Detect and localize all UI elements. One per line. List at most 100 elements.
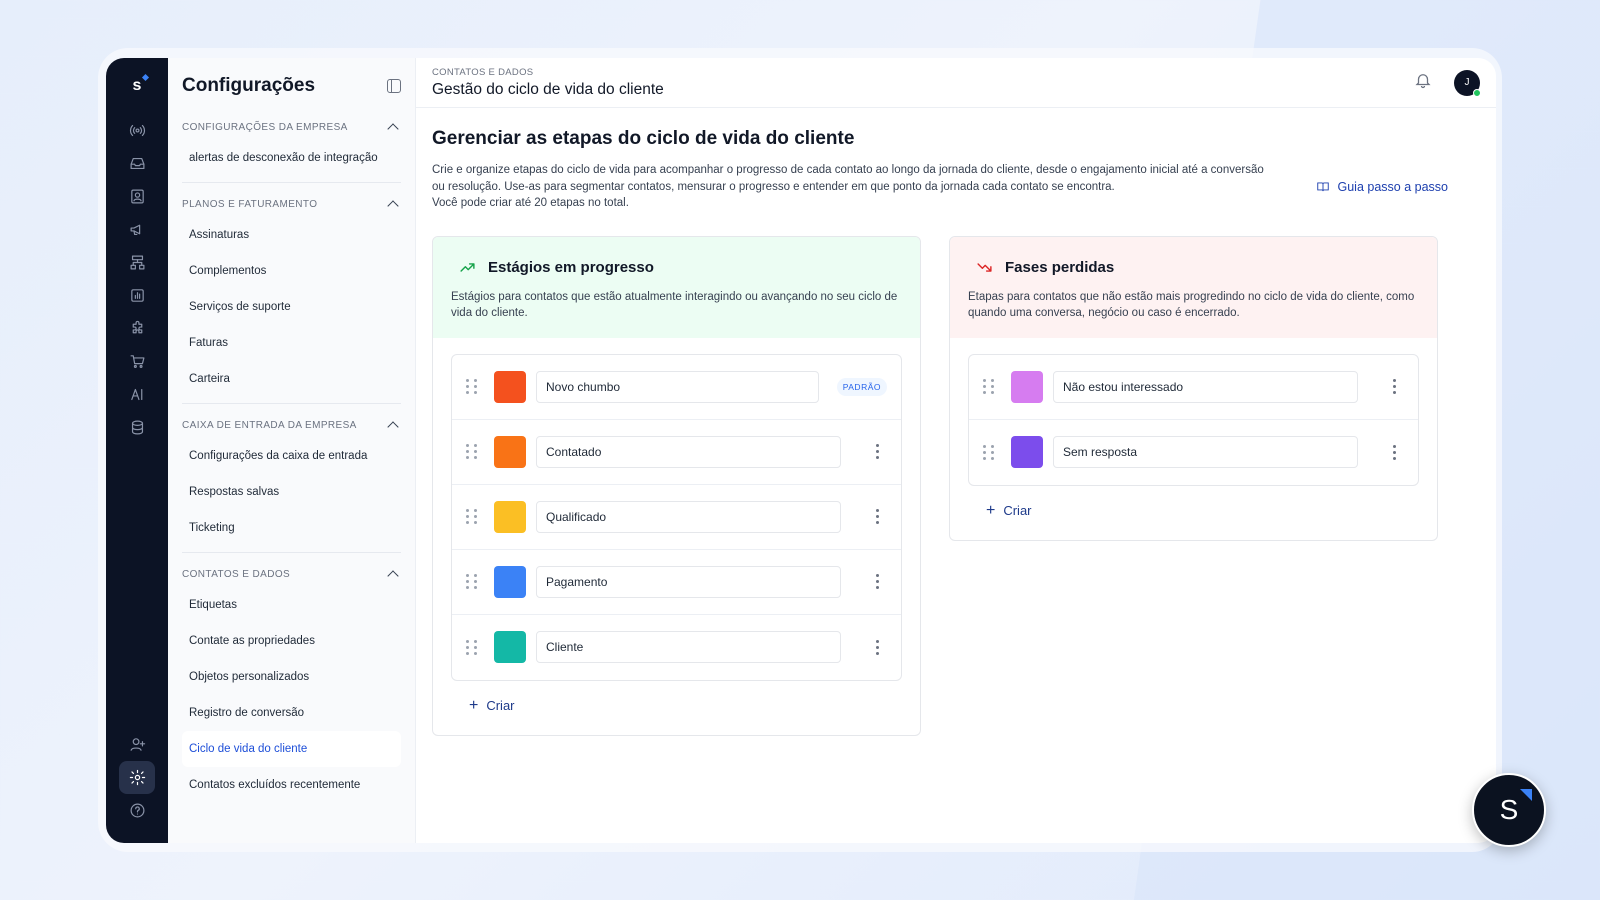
workflow-icon[interactable]	[119, 246, 155, 279]
section-title: CONFIGURAÇÕES DA EMPRESA	[182, 121, 348, 133]
stage-name-input[interactable]: Cliente	[536, 631, 841, 663]
app-logo[interactable]: s	[123, 72, 151, 100]
ai-icon[interactable]	[119, 378, 155, 411]
chat-launcher-letter: S	[1499, 794, 1519, 825]
collapse-sidebar-icon[interactable]	[387, 79, 401, 93]
bell-icon[interactable]	[1414, 71, 1432, 94]
section-billing: PLANOS E FATURAMENTO Assinaturas Complem…	[182, 191, 401, 404]
drag-handle-icon[interactable]	[466, 574, 480, 589]
main-heading: Gerenciar as etapas do ciclo de vida do …	[432, 128, 855, 149]
sidebar-item-inbox-settings[interactable]: Configurações da caixa de entrada	[182, 438, 401, 474]
drag-handle-icon[interactable]	[466, 639, 480, 655]
sidebar-item-wallet[interactable]: Carteira	[182, 361, 401, 397]
shop-icon[interactable]	[119, 345, 155, 378]
stage-name-input[interactable]: Qualificado	[536, 500, 841, 533]
stage-row: Qualificado	[452, 485, 901, 550]
guide-link[interactable]: Guia passo a passo	[1316, 180, 1448, 194]
stage-name-input[interactable]: Sem resposta	[1053, 436, 1358, 468]
integrations-icon[interactable]	[119, 312, 155, 345]
stage-row: Sem resposta	[969, 420, 1418, 485]
stage-row: Não estou interessado	[969, 355, 1418, 420]
stage-color-swatch[interactable]	[494, 565, 526, 598]
trending-down-icon	[977, 262, 992, 272]
sidebar-item-subscriptions[interactable]: Assinaturas	[182, 217, 401, 253]
app-logo-letter: s	[132, 77, 142, 94]
stage-color-swatch[interactable]	[1011, 436, 1043, 468]
description-text: Crie e organize etapas do ciclo de vida …	[432, 164, 1264, 193]
more-options-icon[interactable]	[1384, 379, 1404, 394]
stage-color-swatch[interactable]	[1011, 370, 1043, 403]
lost-stages-card: Fases perdidas Etapas para contatos que …	[949, 235, 1438, 541]
create-stage-button[interactable]: + Criar	[986, 502, 1419, 520]
section-header[interactable]: CAIXA DE ENTRADA DA EMPRESA	[182, 412, 401, 438]
reports-icon[interactable]	[119, 279, 155, 312]
default-badge: PADRÃO	[836, 377, 887, 396]
online-status-dot	[1473, 88, 1481, 97]
stage-row: Cliente	[452, 615, 901, 680]
sidebar-item-custom-objects[interactable]: Objetos personalizados	[182, 659, 401, 695]
sidebar-item-addons[interactable]: Complementos	[182, 253, 401, 289]
plus-icon: +	[986, 501, 996, 519]
drag-handle-icon[interactable]	[983, 379, 997, 394]
contacts-icon[interactable]	[119, 180, 155, 213]
avatar-initial: J	[1464, 77, 1470, 88]
stage-color-swatch[interactable]	[494, 500, 526, 533]
sidebar-item-conversion-log[interactable]: Registro de conversão	[182, 695, 401, 731]
megaphone-icon[interactable]	[119, 213, 155, 246]
plus-icon: +	[469, 696, 479, 714]
sidebar-item-invoices[interactable]: Faturas	[182, 325, 401, 361]
sidebar-item-integration-alerts[interactable]: alertas de desconexão de integração	[182, 140, 401, 176]
app-window: s Configurações CONFIGURAÇÕES DA EMPRESA	[106, 58, 1496, 843]
section-header[interactable]: CONTATOS E DADOS	[182, 561, 401, 587]
drag-handle-icon[interactable]	[466, 509, 480, 524]
stage-row: Pagamento	[452, 550, 901, 615]
avatar[interactable]: J	[1454, 69, 1481, 97]
sidebar-item-deleted-contacts[interactable]: Contatos excluídos recentemente	[182, 767, 401, 803]
chevron-up-icon[interactable]	[387, 570, 399, 582]
stage-color-swatch[interactable]	[494, 370, 526, 403]
section-header[interactable]: PLANOS E FATURAMENTO	[182, 191, 401, 217]
sidebar-item-lifecycle[interactable]: Ciclo de vida do cliente	[182, 731, 401, 767]
create-stage-button[interactable]: + Criar	[469, 697, 902, 715]
sidebar-title: Configurações	[182, 75, 316, 96]
database-icon[interactable]	[119, 411, 155, 444]
sidebar-item-ticketing[interactable]: Ticketing	[182, 510, 401, 546]
chevron-up-icon[interactable]	[387, 123, 399, 135]
add-user-icon[interactable]	[119, 728, 155, 761]
drag-handle-icon[interactable]	[466, 379, 480, 394]
more-options-icon[interactable]	[867, 444, 887, 459]
settings-sidebar: Configurações CONFIGURAÇÕES DA EMPRESA a…	[168, 58, 416, 843]
stage-row: Contatado	[452, 420, 901, 485]
page-title: Gestão do ciclo de vida do cliente	[432, 80, 664, 98]
stage-color-swatch[interactable]	[494, 631, 526, 663]
sidebar-item-tags[interactable]: Etiquetas	[182, 587, 401, 623]
stage-name-input[interactable]: Novo chumbo	[536, 370, 819, 403]
more-options-icon[interactable]	[867, 574, 887, 589]
broadcast-icon[interactable]	[119, 114, 155, 147]
help-icon[interactable]	[119, 794, 155, 827]
settings-icon[interactable]	[119, 761, 155, 794]
more-options-icon[interactable]	[867, 639, 887, 655]
section-header[interactable]: CONFIGURAÇÕES DA EMPRESA	[182, 114, 401, 140]
stage-name-input[interactable]: Não estou interessado	[1053, 370, 1358, 403]
sidebar-item-support-services[interactable]: Serviços de suporte	[182, 289, 401, 325]
breadcrumb: CONTATOS E DADOS Gestão do ciclo de vida…	[432, 67, 664, 99]
card-description: Estágios para contatos que estão atualme…	[451, 290, 898, 320]
drag-handle-icon[interactable]	[466, 444, 480, 459]
section-title: PLANOS E FATURAMENTO	[182, 198, 318, 210]
breadcrumb-section[interactable]: CONTATOS E DADOS	[432, 67, 664, 78]
more-options-icon[interactable]	[867, 509, 887, 524]
drag-handle-icon[interactable]	[983, 444, 997, 460]
chevron-up-icon[interactable]	[387, 200, 399, 212]
section-contacts-data: CONTATOS E DADOS Etiquetas Contate as pr…	[182, 561, 401, 809]
description-limit: Você pode criar até 20 etapas no total.	[432, 197, 629, 209]
sidebar-item-saved-replies[interactable]: Respostas salvas	[182, 474, 401, 510]
chat-launcher-button[interactable]: S	[1472, 773, 1546, 847]
inbox-icon[interactable]	[119, 147, 155, 180]
stage-color-swatch[interactable]	[494, 435, 526, 468]
more-options-icon[interactable]	[1384, 444, 1404, 460]
stage-name-input[interactable]: Pagamento	[536, 565, 841, 598]
stage-name-input[interactable]: Contatado	[536, 435, 841, 468]
chevron-up-icon[interactable]	[387, 421, 399, 433]
sidebar-item-contact-properties[interactable]: Contate as propriedades	[182, 623, 401, 659]
